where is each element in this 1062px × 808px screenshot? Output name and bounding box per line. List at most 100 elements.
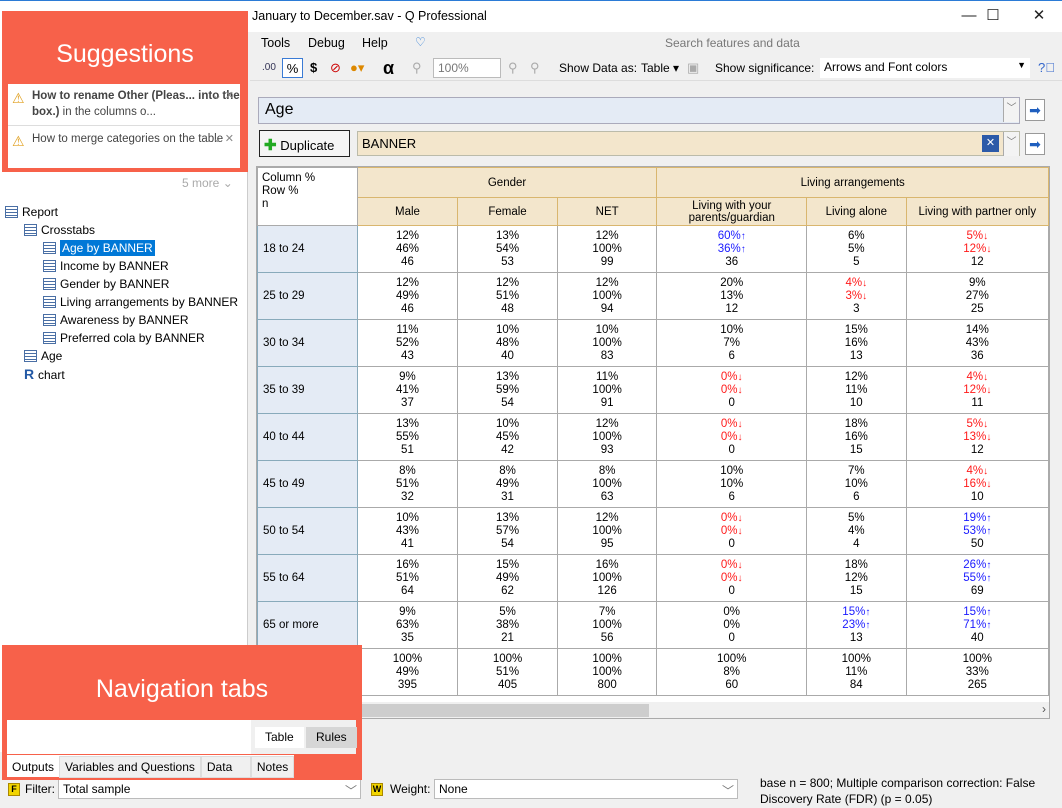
table-cell[interactable]: 12% 100% 94 [556,272,658,320]
table-cell[interactable]: 11% 100% 91 [556,366,658,414]
tree-item[interactable]: Age [5,347,245,365]
table-cell[interactable]: 12% 11% 10 [806,366,907,414]
table-cell[interactable]: 7% 100% 56 [556,601,658,649]
table-cell[interactable]: 5%↓ 13%↓ 12 [905,413,1049,461]
table-cell[interactable]: 13% 54% 53 [457,225,558,273]
table-cell[interactable]: 4%↓ 3%↓ 3 [806,272,907,320]
duplicate-button[interactable]: ✚ Duplicate [259,130,350,157]
decrease-decimals-icon[interactable]: .00 [262,58,276,78]
tab-data[interactable]: Data [200,756,251,778]
zoom-in-icon[interactable]: ⚲ [508,58,518,78]
menu-help[interactable]: Help [362,36,388,50]
tree-item[interactable]: Income by BANNER [5,257,245,275]
columns-question-select[interactable]: BANNER ✕ ﹀ [357,131,1020,156]
table-cell[interactable]: 4%↓ 12%↓ 11 [905,366,1049,414]
table-cell[interactable]: 100% 8% 60 [656,648,808,696]
table-cell[interactable]: 9% 27% 25 [905,272,1049,320]
tab-variables-and-questions[interactable]: Variables and Questions [59,756,201,778]
table-cell[interactable]: 12% 46% 46 [356,225,459,273]
tab-outputs[interactable]: Outputs [7,755,60,777]
table-cell[interactable]: 100% 49% 395 [356,648,459,696]
expand-dismiss-icon[interactable]: ⌄ ✕ [213,131,235,147]
table-cell[interactable]: 12% 100% 93 [556,413,658,461]
table-cell[interactable]: 10% 10% 6 [656,460,808,508]
tree-item[interactable]: R chart [5,365,245,383]
table-cell[interactable]: 15%↑ 71%↑ 40 [905,601,1049,649]
more-suggestions-link[interactable]: 5 more ⌄ [182,176,233,190]
zoom-out-icon[interactable]: ⚲ [412,58,422,78]
menu-debug[interactable]: Debug [308,36,345,50]
table-cell[interactable]: 15% 49% 62 [457,554,558,602]
table-cell[interactable]: 10% 48% 40 [457,319,558,367]
percent-button[interactable]: % [282,58,303,78]
table-cell[interactable]: 20% 13% 12 [656,272,808,320]
menu-tools[interactable]: Tools [261,36,290,50]
horizontal-scrollbar[interactable]: › [257,702,1049,718]
weight-select[interactable]: None ﹀ [434,779,738,799]
suggestion-item[interactable]: ⚠ How to rename Other (Pleas... into the… [8,86,240,126]
table-cell[interactable]: 13% 57% 54 [457,507,558,555]
tree-item[interactable]: Awareness by BANNER [5,311,245,329]
table-cell[interactable]: 16% 51% 64 [356,554,459,602]
tab-notes[interactable]: Notes [250,756,295,778]
rows-question-select[interactable]: Age ﹀ [258,97,1020,124]
table-cell[interactable]: 15%↑ 23%↑ 13 [806,601,907,649]
tree-item[interactable]: Report [5,203,245,221]
table-cell[interactable]: 8% 49% 31 [457,460,558,508]
alpha-button[interactable]: α [383,58,394,78]
table-cell[interactable]: 16% 100% 126 [556,554,658,602]
show-data-select[interactable]: Table ▾ [641,58,679,78]
table-cell[interactable]: 10% 45% 42 [457,413,558,461]
table-cell[interactable]: 10% 43% 41 [356,507,459,555]
dollar-button[interactable]: $ [310,58,317,78]
table-cell[interactable]: 0%↓ 0%↓ 0 [656,554,808,602]
table-cell[interactable]: 0%↓ 0%↓ 0 [656,366,808,414]
tree-item[interactable]: Living arrangements by BANNER [5,293,245,311]
table-cell[interactable]: 9% 63% 35 [356,601,459,649]
table-cell[interactable]: 13% 55% 51 [356,413,459,461]
table-cell[interactable]: 8% 100% 63 [556,460,658,508]
no-significance-icon[interactable]: ⊘ [330,58,341,78]
table-cell[interactable]: 19%↑ 53%↑ 50 [905,507,1049,555]
table-cell[interactable]: 10% 7% 6 [656,319,808,367]
table-cell[interactable]: 0%↓ 0%↓ 0 [656,413,808,461]
table-cell[interactable]: 10% 100% 83 [556,319,658,367]
maximize-button[interactable]: ☐ [970,5,1016,29]
close-button[interactable]: ✕ [1016,5,1062,29]
show-significance-select[interactable]: Arrows and Font colors ▼ [820,58,1030,78]
tree-item[interactable]: Age by BANNER [5,239,245,257]
scroll-right-icon[interactable]: › [1042,702,1046,716]
color-palette-icon[interactable]: ●▾ [350,58,364,78]
table-cell[interactable]: 100% 33% 265 [905,648,1049,696]
table-cell[interactable]: 13% 59% 54 [457,366,558,414]
table-cell[interactable]: 6% 5% 5 [806,225,907,273]
table-cell[interactable]: 12% 100% 99 [556,225,658,273]
table-cell[interactable]: 12% 100% 95 [556,507,658,555]
tab-table[interactable]: Table [255,727,304,748]
table-cell[interactable]: 14% 43% 36 [905,319,1049,367]
tab-rules[interactable]: Rules [306,727,357,748]
zoom-fit-icon[interactable]: ⚲ [530,58,540,78]
table-cell[interactable]: 5% 38% 21 [457,601,558,649]
help-icon[interactable]: ?⃝ [1038,58,1055,78]
table-cell[interactable]: 15% 16% 13 [806,319,907,367]
table-cell[interactable]: 11% 52% 43 [356,319,459,367]
tree-item[interactable]: Preferred cola by BANNER [5,329,245,347]
chevron-down-icon[interactable]: ﹀ [1003,132,1019,156]
table-cell[interactable]: 100% 11% 84 [806,648,907,696]
export-icon[interactable]: ▣ [687,58,699,78]
table-cell[interactable]: 8% 51% 32 [356,460,459,508]
table-cell[interactable]: 12% 51% 48 [457,272,558,320]
scrollbar-thumb[interactable] [352,704,649,717]
search-features-input[interactable]: Search features and data [665,36,800,50]
go-arrow-icon[interactable]: ➡ [1025,133,1045,155]
table-cell[interactable]: 100% 51% 405 [457,648,558,696]
clear-icon[interactable]: ✕ [982,135,999,152]
tree-item[interactable]: Crosstabs [5,221,245,239]
table-cell[interactable]: 12% 49% 46 [356,272,459,320]
filter-select[interactable]: Total sample ﹀ [58,779,361,799]
table-cell[interactable]: 0%↓ 0%↓ 0 [656,507,808,555]
table-cell[interactable]: 4%↓ 16%↓ 10 [905,460,1049,508]
table-cell[interactable]: 60%↑ 36%↑ 36 [656,225,808,273]
table-cell[interactable]: 5% 4% 4 [806,507,907,555]
